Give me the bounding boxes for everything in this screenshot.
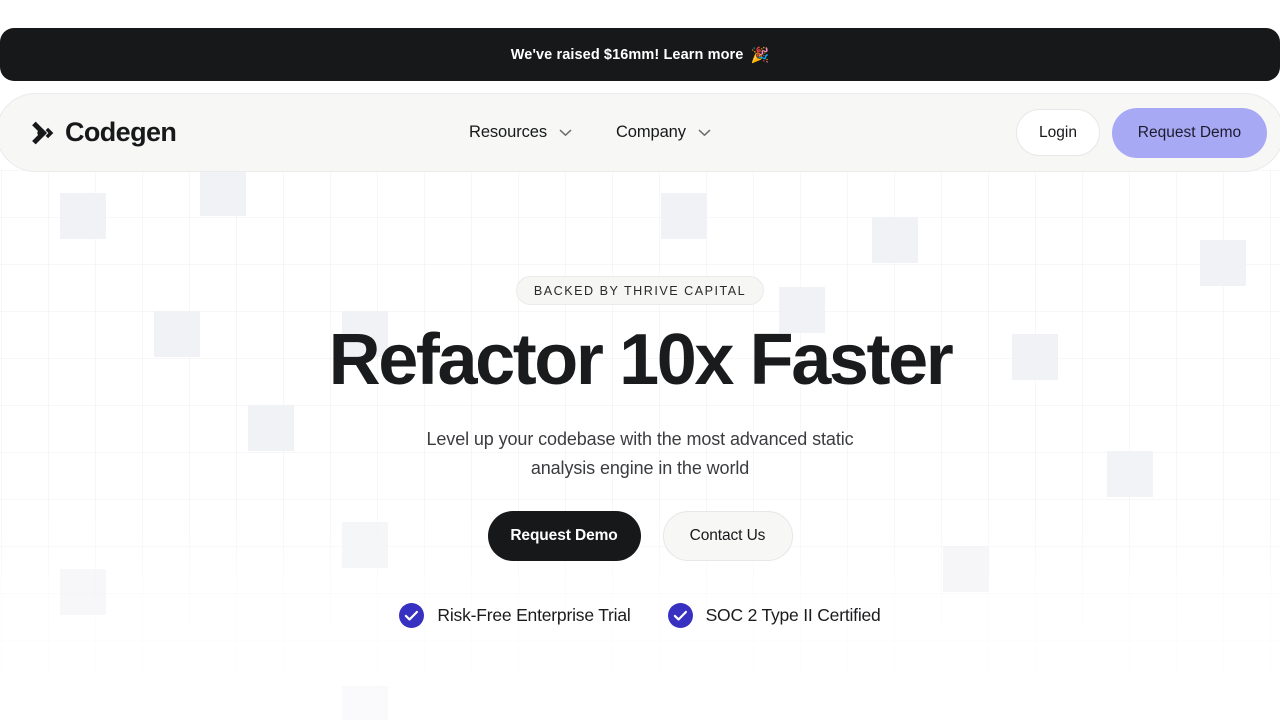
hero-trust-row: Risk-Free Enterprise Trial SOC 2 Type II… <box>399 603 881 628</box>
nav-item-company-label: Company <box>615 123 686 141</box>
announcement-banner-text: We've raised $16mm! Learn more <box>510 46 744 63</box>
page-title: Refactor 10x Faster <box>328 320 954 400</box>
trust-item-enterprise-trial-label: Risk-Free Enterprise Trial <box>437 605 631 625</box>
nav-item-company[interactable]: Company <box>616 123 711 142</box>
nav-item-resources-label: Resources <box>469 123 547 141</box>
brand-name: Codegen <box>65 117 177 147</box>
hero-subheadline: Level up your codebase with the most adv… <box>426 429 854 478</box>
announcement-banner[interactable]: We've raised $16mm! Learn more 🎉 <box>0 28 1280 81</box>
hero-section: BACKED BY THRIVE CAPITAL Refactor 10x Fa… <box>0 200 1280 628</box>
header-request-demo-button[interactable]: Request Demo <box>1112 107 1267 158</box>
check-circle-icon <box>667 603 693 628</box>
hero-request-demo-button[interactable]: Request Demo <box>487 511 641 561</box>
brand-logo[interactable]: Codegen <box>25 117 177 148</box>
background-square <box>342 686 388 720</box>
landing-page: We've raised $16mm! Learn more 🎉 Codegen… <box>0 0 1280 720</box>
nav-item-resources[interactable]: Resources <box>469 123 572 142</box>
trust-item-soc2-label: SOC 2 Type II Certified <box>705 605 881 625</box>
backed-by-badge-label: BACKED BY THRIVE CAPITAL <box>533 283 747 298</box>
backed-by-badge: BACKED BY THRIVE CAPITAL <box>515 276 765 305</box>
login-button[interactable]: Login <box>1016 109 1100 156</box>
chevron-down-icon <box>698 129 711 136</box>
hero-contact-us-button[interactable]: Contact Us <box>662 511 793 561</box>
announcement-banner-content: We've raised $16mm! Learn more 🎉 <box>511 46 769 64</box>
check-circle-icon <box>399 603 425 628</box>
codegen-diamond-icon <box>32 121 54 144</box>
main-navigation: Resources Company <box>469 123 711 142</box>
site-header: Codegen Resources Company Login Request … <box>0 93 1280 172</box>
party-popper-icon: 🎉 <box>750 46 770 64</box>
trust-item-enterprise-trial: Risk-Free Enterprise Trial <box>399 603 631 628</box>
header-actions: Login Request Demo <box>1016 107 1267 158</box>
hero-cta-row: Request Demo Contact Us <box>487 511 793 561</box>
trust-item-soc2: SOC 2 Type II Certified <box>667 603 881 628</box>
chevron-down-icon <box>559 129 572 136</box>
